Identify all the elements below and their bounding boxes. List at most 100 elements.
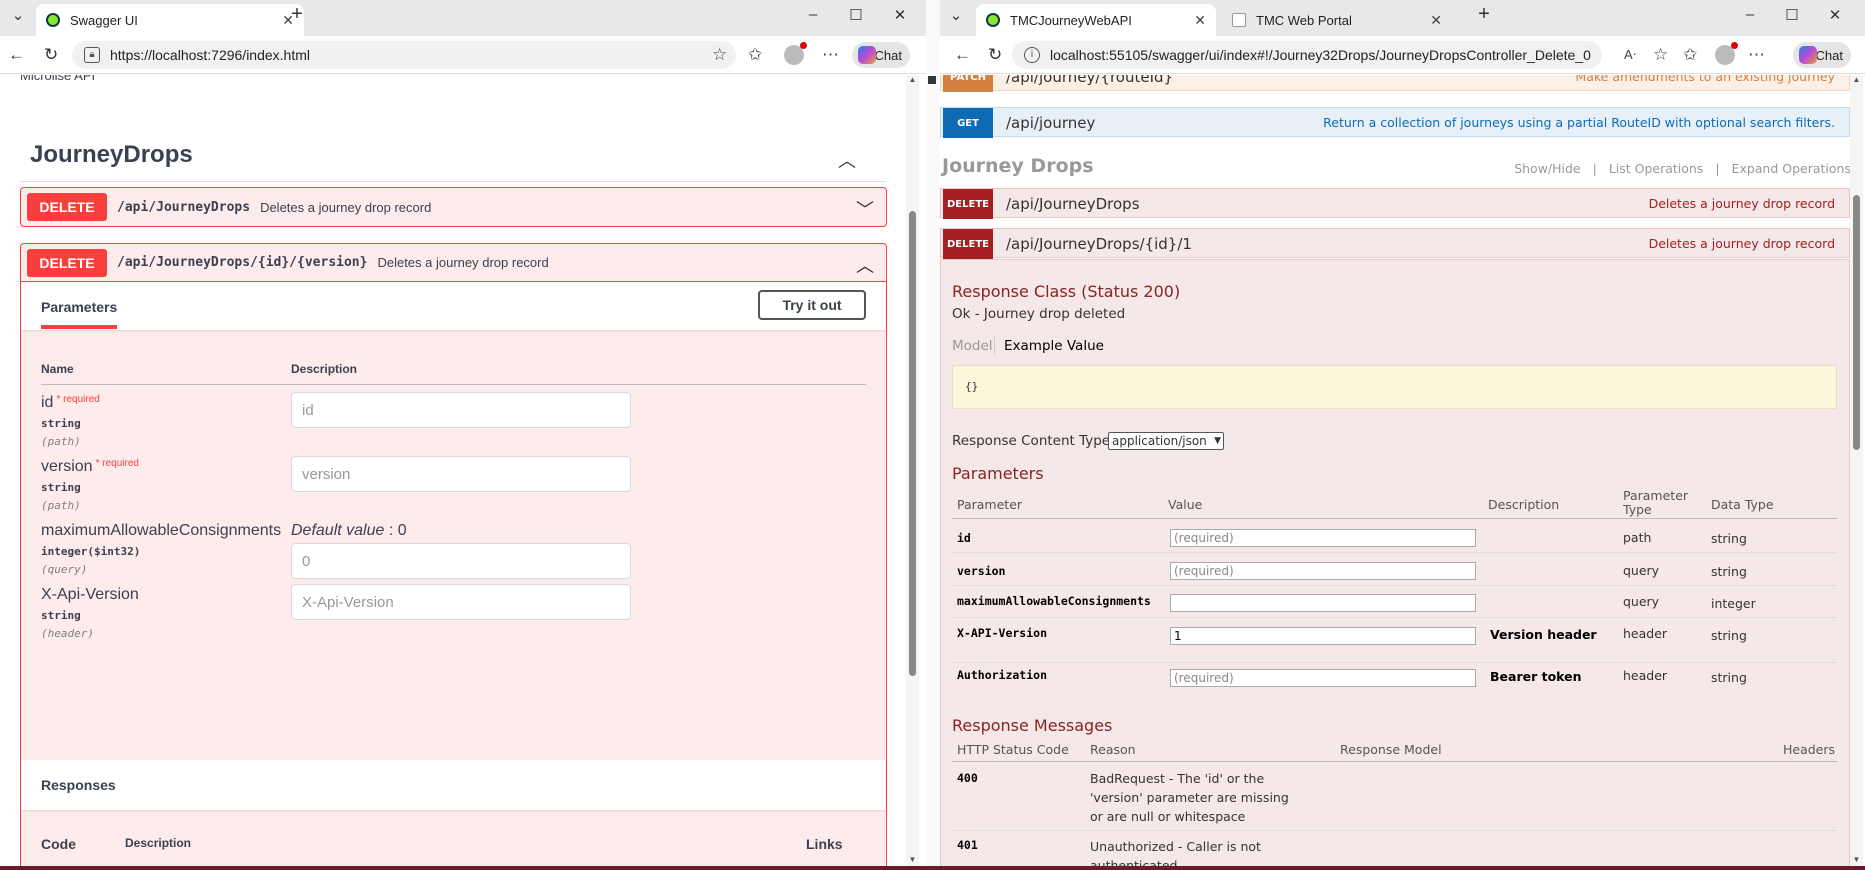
op-path[interactable]: /api/journey/{routeId} xyxy=(1006,75,1173,86)
param-input-x-api-version[interactable]: X-Api-Version xyxy=(291,584,631,620)
url-field[interactable]: 🔒︎ https://localhost:7296/index.html xyxy=(72,41,736,69)
tag-title[interactable]: JourneyDrops xyxy=(30,141,193,169)
example-value-tab[interactable]: Example Value xyxy=(1004,338,1104,354)
tab-swagger-ui[interactable]: Swagger UI ✕ xyxy=(36,4,304,36)
section-links: Show/Hide | List Operations | Expand Ope… xyxy=(1506,161,1851,176)
param-input-max-consignments[interactable] xyxy=(1170,594,1476,612)
opblock-summary[interactable]: DELETE /api/JourneyDrops/{id}/{version} … xyxy=(21,244,886,282)
tab-list-chevron-icon[interactable]: ⌄ xyxy=(8,6,28,24)
tab-close-icon[interactable]: ✕ xyxy=(1194,12,1206,29)
param-name-id: id * required xyxy=(41,394,100,412)
favorite-star-icon[interactable]: ☆ xyxy=(1653,45,1668,65)
expand-operations-link[interactable]: Expand Operations xyxy=(1732,161,1851,176)
scroll-down-icon[interactable]: ▼ xyxy=(1850,855,1863,864)
param-type: string xyxy=(41,609,81,622)
opblock-summary[interactable]: DELETE /api/JourneyDrops Deletes a journ… xyxy=(21,188,886,226)
copilot-chat-button[interactable]: Chat xyxy=(852,42,910,68)
tab-list-chevron-icon[interactable]: ⌄ xyxy=(946,6,966,24)
copilot-chat-button[interactable]: Chat xyxy=(1793,42,1851,68)
left-scrollbar[interactable]: ▲ ▼ xyxy=(906,75,919,866)
site-info-icon[interactable]: i xyxy=(1024,47,1040,63)
link-separator: | xyxy=(1592,161,1597,176)
scroll-up-icon[interactable]: ▲ xyxy=(906,75,919,84)
op-row-delete-2[interactable]: DELETE /api/JourneyDrops/{id}/1 Deletes … xyxy=(940,228,1850,259)
tag-divider xyxy=(20,181,886,182)
param-input-max-consignments[interactable]: 0 xyxy=(291,543,631,579)
op-row-delete-1[interactable]: DELETE /api/JourneyDrops Deletes a journ… xyxy=(940,188,1850,219)
right-scrollbar[interactable]: ▲ ▼ xyxy=(1850,75,1863,866)
tag-collapse-chevron-icon[interactable]: ︿ xyxy=(838,147,856,173)
window-gap xyxy=(926,0,940,866)
param-in: (path) xyxy=(41,435,81,448)
param-input-version[interactable]: version xyxy=(291,456,631,492)
param-data-type: string xyxy=(1711,670,1747,685)
scroll-up-icon[interactable]: ▲ xyxy=(1850,75,1863,84)
favorites-icon[interactable]: ✩ xyxy=(748,45,762,65)
op-row-get[interactable]: GET /api/journey Return a collection of … xyxy=(940,107,1850,138)
default-value-label: Default value xyxy=(291,522,385,539)
read-aloud-icon[interactable]: Aᐧ xyxy=(1624,47,1636,63)
param-name: id xyxy=(957,531,971,545)
param-input-authorization[interactable]: (required) xyxy=(1170,669,1476,687)
required-marker: * required xyxy=(96,458,139,469)
example-value-box[interactable]: {} xyxy=(952,365,1837,409)
param-input-id[interactable]: (required) xyxy=(1170,529,1476,547)
new-tab-icon[interactable]: + xyxy=(1474,3,1494,26)
scroll-down-icon[interactable]: ▼ xyxy=(906,855,919,864)
tab-close-icon[interactable]: ✕ xyxy=(1430,12,1442,29)
back-arrow-icon[interactable]: ← xyxy=(954,45,971,65)
content-type-select[interactable]: application/json ▼ xyxy=(1108,432,1224,450)
param-name: version xyxy=(957,564,1006,578)
try-it-out-button[interactable]: Try it out xyxy=(758,290,866,320)
opblock-delete-journeydrops-id-version: DELETE /api/JourneyDrops/{id}/{version} … xyxy=(20,243,887,866)
gap-marker xyxy=(928,76,936,84)
list-operations-link[interactable]: List Operations xyxy=(1609,161,1704,176)
param-input-x-api-version[interactable]: 1 xyxy=(1170,627,1476,645)
maximize-icon[interactable]: ☐ xyxy=(1782,6,1802,24)
op-path[interactable]: /api/journey xyxy=(1006,114,1095,132)
op-desc: Return a collection of journeys using a … xyxy=(1323,115,1835,130)
more-menu-icon[interactable]: ⋯ xyxy=(1748,45,1765,65)
maximize-icon[interactable]: ☐ xyxy=(846,6,866,24)
row-line xyxy=(952,830,1837,831)
status-reason: Unauthorized - Caller is not authenticat… xyxy=(1090,839,1261,866)
new-tab-icon[interactable]: + xyxy=(287,3,307,26)
minimize-icon[interactable]: – xyxy=(803,6,823,23)
op-path[interactable]: /api/JourneyDrops xyxy=(1006,195,1140,213)
back-arrow-icon[interactable]: ← xyxy=(8,45,25,65)
default-value: Default value : 0 xyxy=(291,522,407,540)
op-path[interactable]: /api/JourneyDrops/{id}/1 xyxy=(1006,235,1192,253)
tab-tmc-web-portal[interactable]: TMC Web Portal ✕ xyxy=(1222,4,1452,36)
close-window-icon[interactable]: ✕ xyxy=(1825,6,1845,24)
tab-tmc-journey-web-api[interactable]: TMCJourneyWebAPI ✕ xyxy=(976,4,1216,36)
param-input-id[interactable]: id xyxy=(291,392,631,428)
lock-icon[interactable]: 🔒︎ xyxy=(84,47,100,63)
close-window-icon[interactable]: ✕ xyxy=(890,6,910,24)
expand-chevron-icon[interactable]: ﹀ xyxy=(856,196,874,222)
collapse-chevron-icon[interactable]: ︿ xyxy=(856,252,874,278)
scroll-thumb[interactable] xyxy=(1853,195,1860,450)
tab-separator xyxy=(994,337,995,355)
parameters-tab[interactable]: Parameters xyxy=(41,299,118,329)
profile-avatar[interactable] xyxy=(1715,42,1738,65)
op-row-patch[interactable]: PATCH /api/journey/{routeId} Make amendm… xyxy=(940,75,1850,92)
section-title[interactable]: Journey Drops xyxy=(942,155,1094,177)
minimize-icon[interactable]: – xyxy=(1740,6,1760,23)
param-type: query xyxy=(1623,594,1660,609)
param-in: (path) xyxy=(41,499,81,512)
chat-label: Chat xyxy=(1815,47,1843,63)
favorites-icon[interactable]: ✩ xyxy=(1683,45,1697,65)
content-type-label: Response Content Type xyxy=(952,433,1111,449)
scroll-thumb[interactable] xyxy=(909,211,916,676)
more-menu-icon[interactable]: ⋯ xyxy=(822,45,839,65)
refresh-icon[interactable]: ↻ xyxy=(44,45,58,65)
profile-avatar[interactable] xyxy=(784,42,807,65)
refresh-icon[interactable]: ↻ xyxy=(988,45,1002,65)
model-tab[interactable]: Model xyxy=(952,338,993,354)
favorite-star-icon[interactable]: ☆ xyxy=(712,45,727,65)
show-hide-link[interactable]: Show/Hide xyxy=(1514,161,1580,176)
param-input-version[interactable]: (required) xyxy=(1170,562,1476,580)
opblock-delete-journeydrops[interactable]: DELETE /api/JourneyDrops Deletes a journ… xyxy=(20,187,887,227)
url-field[interactable]: i localhost:55105/swagger/ui/index#!/Jou… xyxy=(1012,41,1602,69)
swagger-favicon-icon xyxy=(986,13,1000,27)
